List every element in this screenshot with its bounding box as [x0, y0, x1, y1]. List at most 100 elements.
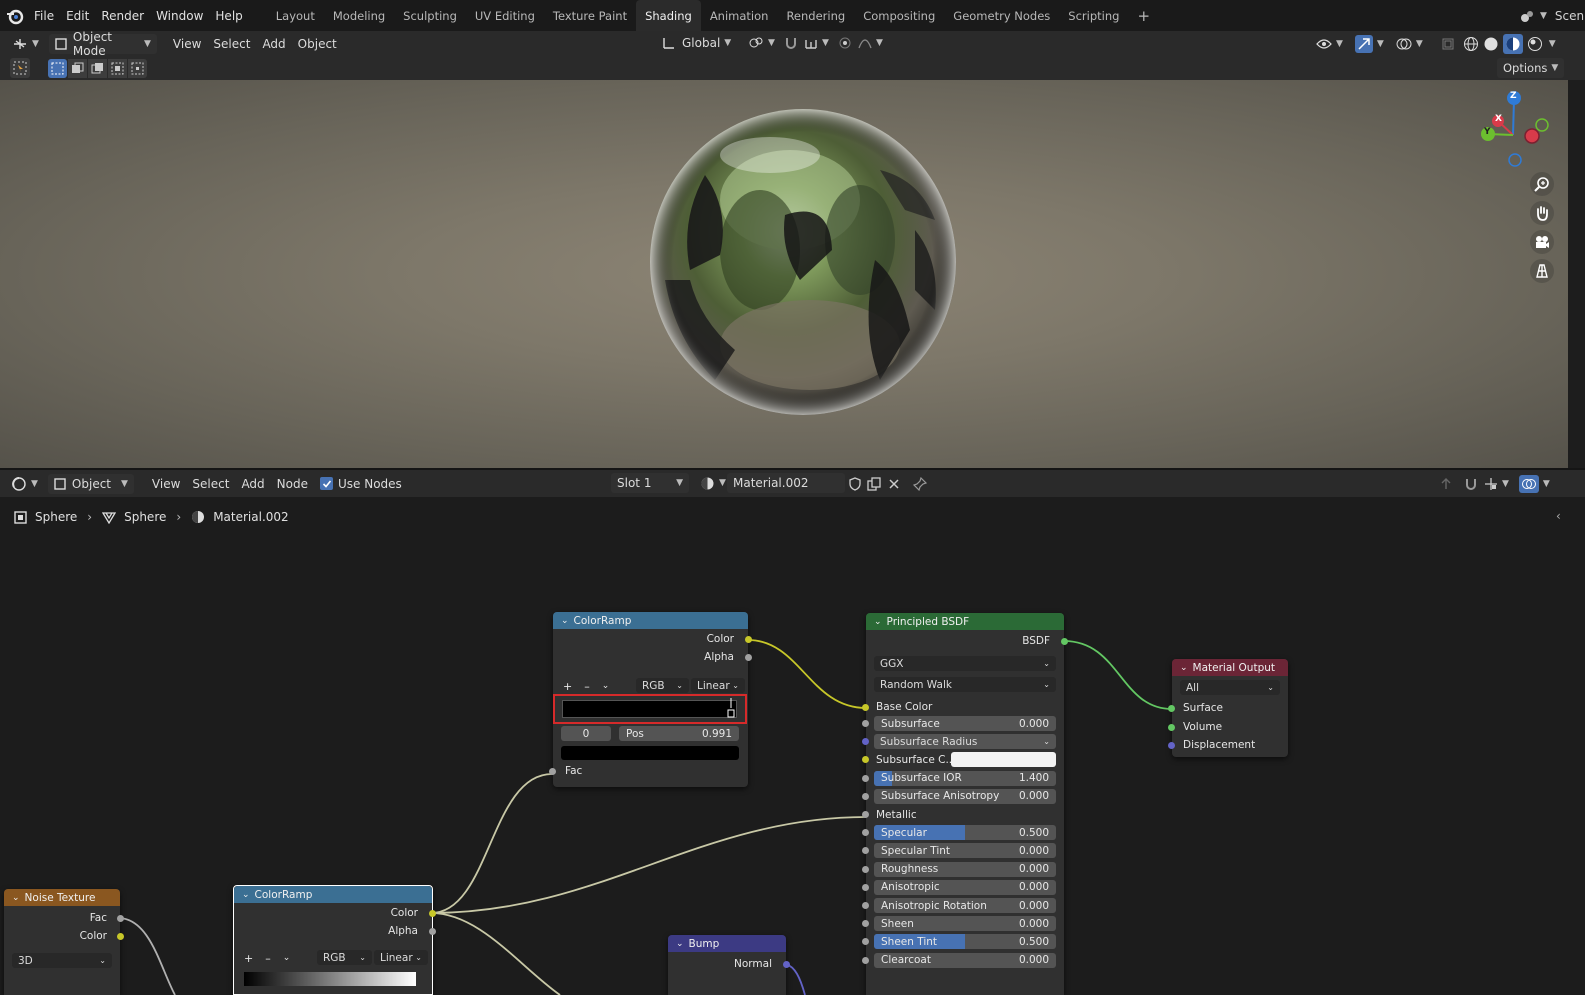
value-field[interactable]: Clearcoat 0.000 [874, 952, 1056, 968]
shading-material-button[interactable] [1501, 33, 1525, 54]
select-invert-icon[interactable] [108, 58, 127, 78]
input-surface-socket[interactable] [1168, 705, 1175, 712]
bump-node[interactable]: ⌄ Bump Normal [668, 935, 790, 995]
tab-geometry-nodes[interactable]: Geometry Nodes [944, 0, 1059, 31]
input-socket[interactable] [862, 792, 869, 800]
stop-index-field[interactable]: 0 [561, 726, 611, 741]
tab-texture-paint[interactable]: Texture Paint [544, 0, 636, 31]
tab-shading[interactable]: Shading [636, 0, 701, 31]
noise-texture-node[interactable]: ⌄ Noise Texture Fac Color 3D ⌄ [4, 889, 124, 995]
color-mode-dropdown[interactable]: RGB ⌄ [636, 678, 689, 693]
input-socket[interactable] [862, 829, 869, 837]
collapse-chevron-icon[interactable]: ⌄ [676, 939, 684, 949]
subsurface-color-swatch[interactable] [951, 752, 1056, 768]
material-output-node[interactable]: ⌄ Material Output All ⌄ Surface Volume Di… [1168, 659, 1288, 757]
slot-dropdown[interactable]: Slot 1 ▼ [611, 473, 689, 493]
select-new-icon[interactable] [48, 58, 67, 78]
collapse-chevron-icon[interactable]: ⌄ [874, 617, 882, 627]
color-ramp-bar[interactable] [562, 700, 737, 718]
proportional-edit-button[interactable]: ▼ [832, 33, 889, 53]
input-socket[interactable] [862, 883, 869, 891]
node-menu-add[interactable]: Add [235, 474, 270, 494]
select-extend-icon[interactable] [68, 58, 87, 78]
material-name-field[interactable]: Material.002 [727, 473, 845, 493]
3d-viewport[interactable]: Z X Y [0, 80, 1568, 468]
value-field[interactable]: Specular 0.500 [874, 825, 1056, 841]
colorramp-node-2[interactable]: ⌄ ColorRamp Color Alpha + – ⌄ RGB ⌄ Linea… [233, 885, 436, 995]
output-color-socket[interactable] [117, 933, 124, 940]
output-alpha-socket[interactable] [745, 654, 752, 661]
colorramp-node[interactable]: ⌄ ColorRamp Color Alpha + – ⌄ RGB ⌄ Linea… [549, 612, 752, 787]
tab-layout[interactable]: Layout [267, 0, 324, 31]
chrome-sphere[interactable] [650, 109, 956, 415]
add-stop-icon[interactable]: + [563, 680, 572, 693]
input-socket[interactable] [862, 847, 869, 855]
checkbox-checked-icon[interactable] [320, 477, 333, 490]
node-overlays-button[interactable]: ▼ [1517, 474, 1552, 494]
value-field[interactable]: Specular Tint 0.000 [874, 843, 1056, 859]
snap-magnet-icon[interactable] [1460, 477, 1482, 491]
unlink-close-icon[interactable] [886, 476, 902, 492]
interpolation-dropdown[interactable]: Linear ⌄ [374, 950, 428, 965]
interpolation-dropdown[interactable]: Linear ⌄ [691, 678, 745, 693]
remove-stop-icon[interactable]: – [265, 952, 271, 965]
ramp-menu-chevron-icon[interactable]: ⌄ [602, 681, 610, 691]
shading-wireframe-button[interactable] [1461, 34, 1481, 54]
principled-bsdf-header[interactable]: ⌄ Principled BSDF [866, 613, 1064, 630]
value-field[interactable]: Sheen Tint 0.500 [874, 934, 1056, 950]
shading-rendered-button[interactable] [1525, 34, 1545, 54]
input-socket[interactable] [862, 902, 869, 909]
gizmo-toggle-button[interactable]: ▼ [1349, 34, 1390, 54]
tab-uv-editing[interactable]: UV Editing [466, 0, 544, 31]
select-intersect-icon[interactable] [128, 58, 147, 78]
value-field[interactable]: Anisotropic Rotation 0.000 [874, 898, 1056, 913]
stop-color-swatch[interactable] [561, 746, 739, 760]
navigation-gizmo[interactable]: Z X Y [1470, 90, 1560, 170]
fake-user-shield-icon[interactable] [847, 476, 863, 492]
value-field[interactable]: Anisotropic 0.000 [874, 879, 1056, 895]
node-menu-select[interactable]: Select [186, 474, 235, 494]
tab-sculpting[interactable]: Sculpting [394, 0, 466, 31]
input-socket[interactable] [862, 811, 869, 818]
input-socket[interactable] [862, 738, 869, 746]
tab-animation[interactable]: Animation [701, 0, 778, 31]
output-fac-socket[interactable] [117, 915, 124, 922]
tab-modeling[interactable]: Modeling [324, 0, 394, 31]
collapse-chevron-icon[interactable]: ⌄ [561, 616, 569, 626]
input-displacement-socket[interactable] [1168, 742, 1175, 749]
add-workspace-icon[interactable]: + [1128, 0, 1159, 31]
parent-node-tree-icon[interactable] [1436, 477, 1456, 491]
snap-element-button[interactable]: ▼ [1482, 474, 1511, 494]
viewport-menu-view[interactable]: View [167, 34, 207, 54]
output-target-dropdown[interactable]: All ⌄ [1180, 680, 1280, 695]
color-ramp-bar[interactable] [244, 972, 416, 986]
zoom-icon[interactable] [1530, 172, 1554, 196]
output-alpha-socket[interactable] [429, 928, 436, 935]
pan-hand-icon[interactable] [1530, 201, 1554, 225]
input-socket[interactable] [862, 956, 869, 964]
scene-selector[interactable]: ▼ Scen [1518, 5, 1584, 26]
output-bsdf-socket[interactable] [1061, 638, 1068, 645]
input-socket[interactable] [862, 774, 869, 782]
output-color-socket[interactable] [745, 636, 752, 643]
transform-orientation-dropdown[interactable]: Global ▼ [656, 33, 737, 53]
xray-button[interactable] [1435, 34, 1461, 54]
input-socket[interactable] [862, 865, 869, 873]
shading-solid-button[interactable] [1481, 34, 1501, 54]
value-field[interactable]: Subsurface 0.000 [874, 716, 1056, 731]
bump-header[interactable]: ⌄ Bump [668, 935, 786, 952]
select-tool-icon[interactable] [10, 58, 30, 78]
collapse-chevron-icon[interactable]: ⌄ [242, 890, 250, 900]
menu-help[interactable]: Help [209, 9, 248, 23]
noise-texture-header[interactable]: ⌄ Noise Texture [4, 889, 120, 906]
input-socket[interactable] [862, 920, 869, 928]
viewport-menu-object[interactable]: Object [292, 34, 343, 54]
pin-icon[interactable] [912, 476, 928, 492]
ramp-menu-chevron-icon[interactable]: ⌄ [283, 953, 291, 963]
overlays-button[interactable]: ▼ [1390, 34, 1429, 54]
duplicate-material-icon[interactable] [866, 476, 882, 492]
camera-view-icon[interactable] [1530, 230, 1554, 254]
color-mode-dropdown[interactable]: RGB ⌄ [317, 950, 372, 965]
menu-file[interactable]: File [28, 9, 60, 23]
visibility-button[interactable]: ▼ [1310, 34, 1349, 54]
